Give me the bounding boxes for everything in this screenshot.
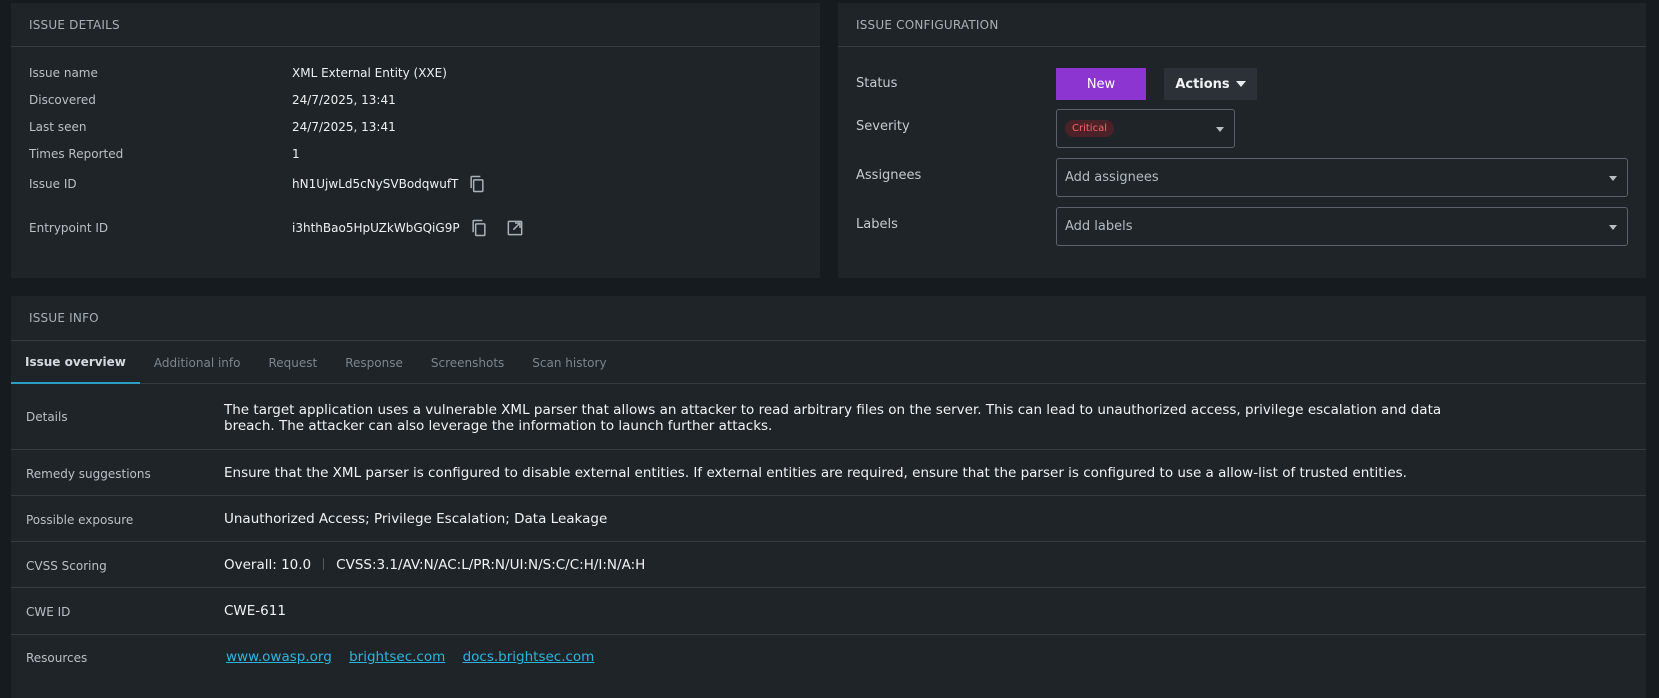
divider xyxy=(323,558,325,570)
detail-row-entrypoint-id: Entrypoint ID i3hthBao5HpUZkWbGQiG9P xyxy=(29,216,526,240)
info-row-details: Details The target application uses a vu… xyxy=(11,384,1646,449)
tab-bar: Issue overview Additional info Request R… xyxy=(11,341,1646,384)
chevron-down-icon xyxy=(1216,126,1224,132)
assignees-label: Assignees xyxy=(856,168,922,183)
info-label: Details xyxy=(26,410,68,424)
chevron-down-icon xyxy=(1609,224,1617,230)
chevron-down-icon xyxy=(1609,175,1617,181)
cvss-value: Overall: 10.0 CVSS:3.1/AV:N/AC:L/PR:N/UI:… xyxy=(224,557,1464,573)
labels-placeholder: Add labels xyxy=(1065,219,1133,234)
issue-info-title: ISSUE INFO xyxy=(11,296,1646,341)
labels-label: Labels xyxy=(856,217,898,232)
info-row-exposure: Possible exposure Unauthorized Access; P… xyxy=(11,495,1646,541)
info-row-cvss: CVSS Scoring Overall: 10.0 CVSS:3.1/AV:N/… xyxy=(11,541,1646,587)
resource-link-docs-brightsec[interactable]: docs.brightsec.com xyxy=(463,649,595,665)
copy-icon[interactable] xyxy=(466,173,488,195)
info-row-remedy: Remedy suggestions Ensure that the XML p… xyxy=(11,449,1646,495)
tab-request[interactable]: Request xyxy=(254,341,331,384)
info-value: CWE-611 xyxy=(224,603,286,619)
tab-response[interactable]: Response xyxy=(331,341,417,384)
chevron-down-icon xyxy=(1235,81,1246,87)
actions-button[interactable]: Actions xyxy=(1164,68,1257,100)
labels-select[interactable]: Add labels xyxy=(1056,207,1628,246)
info-label: CWE ID xyxy=(26,605,71,619)
detail-row-issue-name: Issue name XML External Entity (XXE) xyxy=(29,65,447,81)
info-value: Unauthorized Access; Privilege Escalatio… xyxy=(224,511,608,527)
status-label: Status xyxy=(856,76,898,91)
info-value: The target application uses a vulnerable… xyxy=(224,402,1442,434)
resource-link-brightsec[interactable]: brightsec.com xyxy=(349,649,445,665)
issue-details-title: ISSUE DETAILS xyxy=(11,3,820,47)
info-row-cwe: CWE ID CWE-611 xyxy=(11,587,1646,634)
detail-row-times-reported: Times Reported 1 xyxy=(29,146,300,162)
tab-additional-info[interactable]: Additional info xyxy=(140,341,255,384)
issue-configuration-title: ISSUE CONFIGURATION xyxy=(838,3,1646,47)
status-new-button[interactable]: New xyxy=(1056,68,1146,100)
info-label: Remedy suggestions xyxy=(26,467,151,481)
detail-value: 1 xyxy=(292,147,300,161)
info-label: CVSS Scoring xyxy=(26,559,107,573)
tab-scan-history[interactable]: Scan history xyxy=(518,341,620,384)
issue-info-panel: ISSUE INFO Issue overview Additional inf… xyxy=(11,296,1646,698)
severity-label: Severity xyxy=(856,119,910,134)
detail-row-discovered: Discovered 24/7/2025, 13:41 xyxy=(29,92,396,108)
detail-label: Entrypoint ID xyxy=(29,221,109,235)
issue-details-panel: ISSUE DETAILS Issue name XML External En… xyxy=(11,3,820,278)
tab-screenshots[interactable]: Screenshots xyxy=(417,341,518,384)
detail-row-last-seen: Last seen 24/7/2025, 13:41 xyxy=(29,119,396,135)
assignees-select[interactable]: Add assignees xyxy=(1056,158,1628,197)
detail-value: hN1UjwLd5cNySVBodqwufT xyxy=(292,177,459,191)
detail-value: XML External Entity (XXE) xyxy=(292,66,447,80)
copy-icon[interactable] xyxy=(468,217,490,239)
detail-label: Times Reported xyxy=(29,147,124,161)
actions-label: Actions xyxy=(1175,76,1230,92)
detail-value: i3hthBao5HpUZkWbGQiG9P xyxy=(292,221,460,235)
detail-label: Discovered xyxy=(29,93,96,107)
detail-value: 24/7/2025, 13:41 xyxy=(292,93,396,107)
resource-link-owasp[interactable]: www.owasp.org xyxy=(226,649,332,665)
info-label: Resources xyxy=(26,651,88,665)
detail-label: Last seen xyxy=(29,120,87,134)
detail-label: Issue name xyxy=(29,66,98,80)
cvss-vector: CVSS:3.1/AV:N/AC:L/PR:N/UI:N/S:C/C:H/I:N… xyxy=(336,557,646,573)
detail-label: Issue ID xyxy=(29,177,77,191)
cvss-overall: Overall: 10.0 xyxy=(224,557,312,573)
severity-badge: Critical xyxy=(1065,120,1114,137)
tab-issue-overview[interactable]: Issue overview xyxy=(11,341,140,384)
external-link-icon[interactable] xyxy=(504,217,526,239)
severity-select[interactable]: Critical xyxy=(1056,109,1235,148)
assignees-placeholder: Add assignees xyxy=(1065,170,1159,185)
detail-row-issue-id: Issue ID hN1UjwLd5cNySVBodqwufT xyxy=(29,172,488,196)
info-value: Ensure that the XML parser is configured… xyxy=(224,465,1407,481)
info-row-resources: Resources www.owasp.org brightsec.com do… xyxy=(11,634,1646,698)
info-label: Possible exposure xyxy=(26,513,134,527)
resources-links: www.owasp.org brightsec.com docs.brights… xyxy=(226,649,1466,665)
detail-value: 24/7/2025, 13:41 xyxy=(292,120,396,134)
issue-configuration-panel: ISSUE CONFIGURATION Status New Actions S… xyxy=(838,3,1646,278)
